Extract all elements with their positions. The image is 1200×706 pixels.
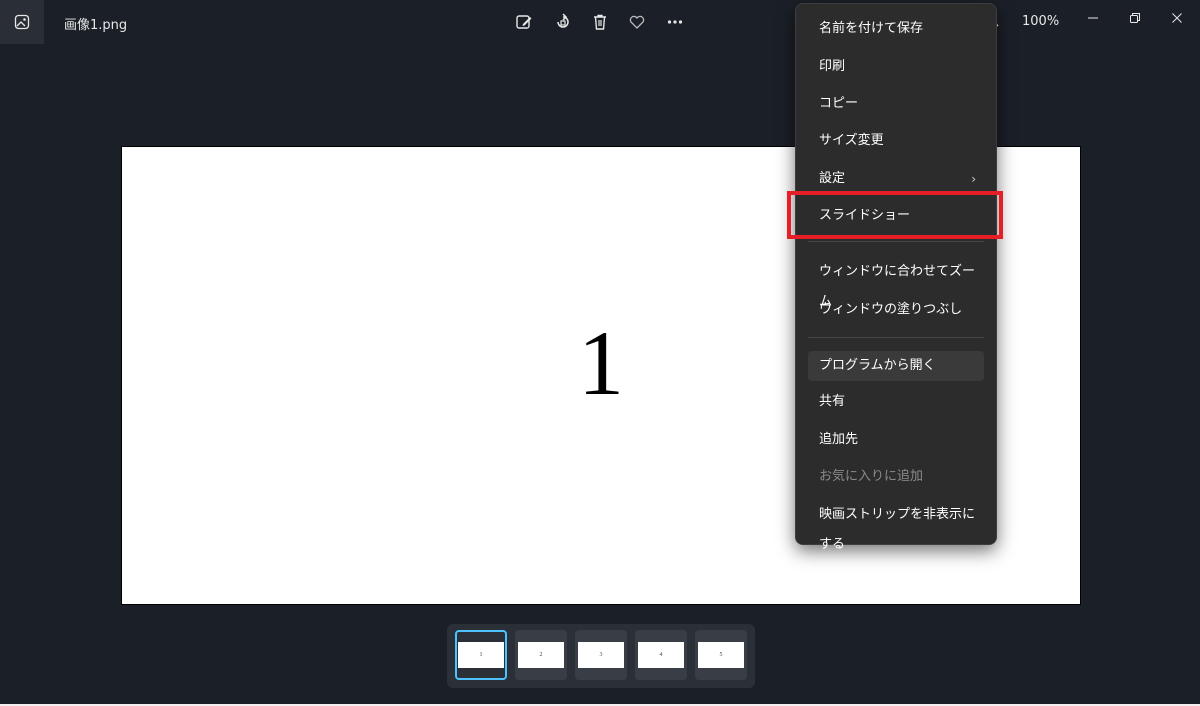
zoom-level[interactable]: 100% (1022, 14, 1059, 29)
delete-button[interactable] (588, 10, 612, 34)
thumbnail-1[interactable]: 1 (455, 630, 507, 680)
menu-item-print[interactable]: 印刷 (808, 52, 984, 82)
close-icon (1172, 13, 1182, 23)
menu-item-add-to[interactable]: 追加先 (808, 425, 984, 455)
chevron-right-icon: › (971, 172, 976, 186)
menu-item-share[interactable]: 共有 (808, 387, 984, 417)
menu-item-open-with[interactable]: プログラムから開く (808, 351, 984, 381)
menu-item-fill-window[interactable]: ウィンドウの塗りつぶし (808, 295, 984, 325)
thumbnail-4[interactable]: 4 (635, 630, 687, 680)
photo-icon (14, 14, 30, 30)
rotate-button[interactable] (551, 10, 575, 34)
rotate-icon (557, 13, 569, 28)
menu-divider (808, 337, 984, 338)
menu-divider (808, 241, 984, 242)
thumbnail-3[interactable]: 3 (575, 630, 627, 680)
context-menu: 名前を付けて保存 印刷 コピー サイズ変更 設定 › スライドショー ウィンドウ… (795, 3, 997, 552)
filmstrip: 1 2 3 4 5 (447, 624, 755, 688)
thumbnail-image: 4 (638, 642, 684, 668)
edit-image-button[interactable] (512, 10, 536, 34)
title-bar: 画像1.png 100% (0, 0, 1200, 44)
minimize-button[interactable] (1080, 8, 1106, 28)
edit-image-icon (516, 15, 532, 29)
slideshow-highlight-box (787, 191, 1003, 239)
thumbnail-image: 2 (518, 642, 564, 668)
thumbnail-image: 3 (578, 642, 624, 668)
menu-item-copy[interactable]: コピー (808, 89, 984, 119)
thumbnail-image: 1 (458, 642, 504, 668)
thumbnail-image: 5 (698, 642, 744, 668)
menu-item-zoom-to-window[interactable]: ウィンドウに合わせてズーム (808, 257, 984, 309)
thumbnail-5[interactable]: 5 (695, 630, 747, 680)
menu-item-label: 設定 (819, 171, 846, 186)
menu-item-save-as[interactable]: 名前を付けて保存 (808, 14, 984, 44)
app-icon (0, 0, 44, 44)
file-name: 画像1.png (64, 18, 128, 33)
restore-icon (1130, 13, 1140, 23)
more-icon (667, 20, 683, 24)
delete-icon (594, 14, 606, 30)
minimize-icon (1088, 17, 1098, 19)
favorite-button[interactable] (625, 10, 649, 34)
menu-item-hide-filmstrip[interactable]: 映画ストリップを非表示にする (808, 500, 984, 552)
menu-item-settings[interactable]: 設定 › (808, 164, 984, 194)
menu-item-resize[interactable]: サイズ変更 (808, 126, 984, 156)
thumbnail-2[interactable]: 2 (515, 630, 567, 680)
restore-button[interactable] (1122, 8, 1148, 28)
close-button[interactable] (1164, 8, 1190, 28)
favorite-icon (629, 15, 645, 29)
menu-item-add-to-favorites: お気に入りに追加 (819, 469, 924, 484)
more-button[interactable] (663, 10, 687, 34)
